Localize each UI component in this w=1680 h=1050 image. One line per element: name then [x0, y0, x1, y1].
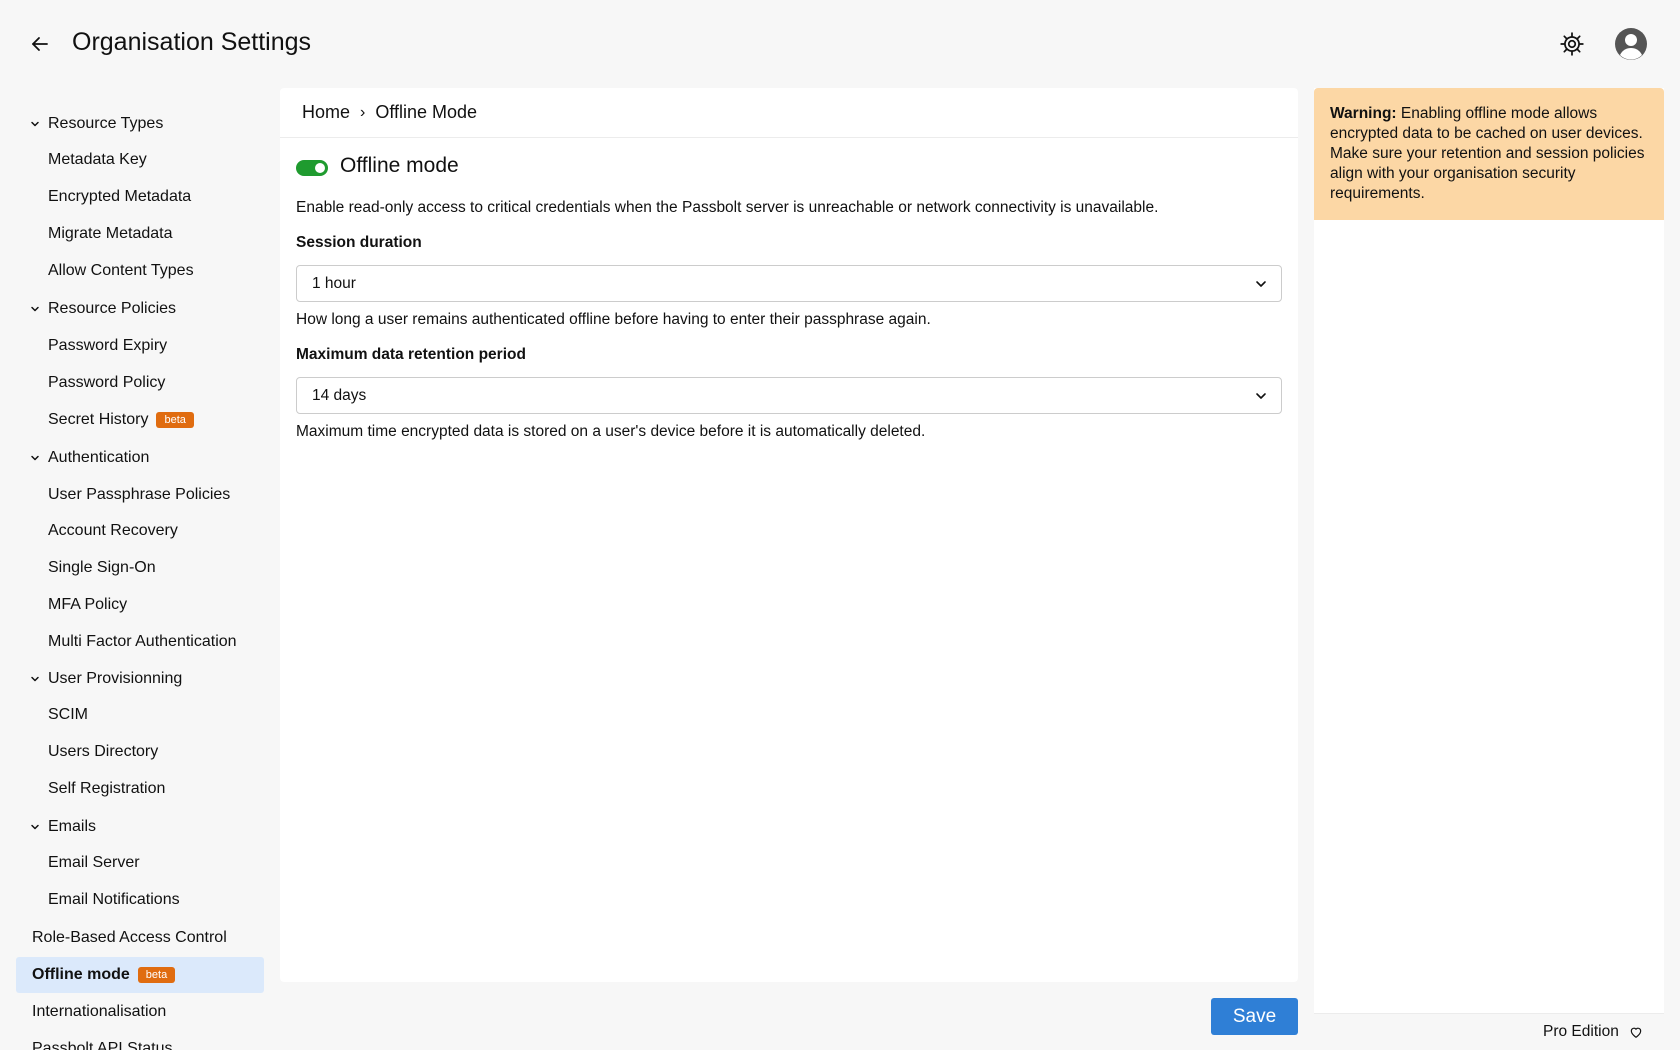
sidebar-item-resource-types[interactable]: Resource Types — [16, 106, 264, 142]
sidebar-item-label: Password Policy — [48, 374, 166, 391]
warning-box: Warning: Enabling offline mode allows en… — [1314, 88, 1664, 220]
chevron-down-icon — [1256, 281, 1266, 287]
toggle-knob — [315, 163, 325, 173]
sidebar-item-scim[interactable]: SCIM — [16, 697, 264, 733]
heart-icon[interactable] — [1629, 1025, 1643, 1039]
sidebar-item-offline-mode[interactable]: Offline mode beta — [16, 957, 264, 993]
offline-mode-toggle[interactable] — [296, 160, 328, 176]
sidebar-item-label: Authentication — [48, 449, 150, 466]
page-title: Organisation Settings — [72, 28, 312, 56]
settings-button[interactable] — [1559, 31, 1585, 57]
sidebar-item-label: Allow Content Types — [48, 262, 194, 279]
section-title: Offline mode — [340, 154, 459, 177]
sidebar-item-authentication[interactable]: Authentication — [16, 440, 264, 476]
retention-period-value: 14 days — [312, 386, 367, 404]
arrow-left-icon — [32, 37, 48, 51]
sidebar-item-resource-policies[interactable]: Resource Policies — [16, 291, 264, 327]
edition-text: Pro Edition — [1543, 1023, 1619, 1040]
sidebar-item-label: Email Server — [48, 854, 140, 871]
sidebar-item-label: Email Notifications — [48, 891, 180, 908]
sidebar-item-password-policy[interactable]: Password Policy — [16, 365, 264, 401]
retention-period-select[interactable]: 14 days — [296, 377, 1282, 414]
chevron-down-icon[interactable] — [30, 822, 40, 832]
sidebar-item-label: Offline mode — [32, 966, 130, 983]
sidebar-item-label: SCIM — [48, 706, 88, 723]
sidebar-item-label: Multi Factor Authentication — [48, 633, 237, 650]
sidebar-item-password-expiry[interactable]: Password Expiry — [16, 328, 264, 364]
user-avatar-icon — [1615, 28, 1647, 60]
back-button[interactable] — [28, 32, 52, 56]
app-header: Organisation Settings — [0, 0, 1680, 88]
beta-badge: beta — [137, 967, 176, 983]
sidebar-item-label: Users Directory — [48, 743, 159, 760]
edition-label: Pro Edition — [1543, 1023, 1643, 1041]
sidebar-item-label: MFA Policy — [48, 596, 128, 613]
footer-divider — [1314, 1013, 1664, 1014]
sidebar-item-label: Resource Policies — [48, 300, 177, 317]
warning-title: Warning: — [1330, 105, 1397, 122]
breadcrumb-current: Offline Mode — [375, 102, 478, 122]
breadcrumb: Home › Offline Mode — [302, 102, 477, 123]
sidebar-item-label: Account Recovery — [48, 522, 178, 539]
sidebar-item-label: Role-Based Access Control — [32, 929, 227, 946]
chevron-down-icon[interactable] — [30, 453, 40, 463]
sidebar-item-mfa-policy[interactable]: MFA Policy — [16, 587, 264, 623]
sidebar-item-allow-content-types[interactable]: Allow Content Types — [16, 253, 264, 289]
chevron-down-icon[interactable] — [30, 119, 40, 129]
sidebar-item-account-recovery[interactable]: Account Recovery — [16, 513, 264, 549]
sidebar-item-label: Passbolt API Status — [32, 1040, 173, 1050]
sidebar-item-label: Resource Types — [48, 115, 164, 132]
sidebar-item-self-registration[interactable]: Self Registration — [16, 771, 264, 807]
sidebar-item-internationalisation[interactable]: Internationalisation — [16, 994, 264, 1030]
sidebar-item-label: Metadata Key — [48, 151, 147, 168]
sidebar-item-multi-factor-authentication[interactable]: Multi Factor Authentication — [16, 624, 264, 660]
sidebar-item-metadata-key[interactable]: Metadata Key — [16, 142, 264, 178]
sidebar-item-label: Secret History — [48, 411, 149, 428]
sidebar-item-label: Internationalisation — [32, 1003, 167, 1020]
sidebar-item-single-sign-on[interactable]: Single Sign-On — [16, 550, 264, 586]
sidebar-item-label: Password Expiry — [48, 337, 168, 354]
breadcrumb-separator: › — [360, 103, 366, 121]
header-divider — [280, 137, 1298, 138]
chevron-down-icon[interactable] — [30, 304, 40, 314]
sidebar-item-emails[interactable]: Emails — [16, 809, 264, 845]
gear-icon — [1560, 32, 1584, 56]
sidebar-item-email-notifications[interactable]: Email Notifications — [16, 882, 264, 918]
sidebar-item-user-provisionning[interactable]: User Provisionning — [16, 661, 264, 697]
sidebar-nav: Resource Types Metadata Key Encrypted Meta… — [16, 88, 264, 1050]
sidebar-item-passbolt-api-status[interactable]: Passbolt API Status — [16, 1031, 264, 1050]
main-panel: Home › Offline Mode Offline mode Enable … — [280, 88, 1298, 982]
sidebar-item-label: User Provisionning — [48, 670, 183, 687]
sidebar-item-migrate-metadata[interactable]: Migrate Metadata — [16, 216, 264, 252]
beta-badge: beta — [156, 412, 194, 428]
session-duration-label: Session duration — [296, 234, 422, 251]
help-panel: Warning: Enabling offline mode allows en… — [1314, 88, 1664, 1014]
sidebar-item-label: Emails — [48, 818, 97, 835]
sidebar-item-users-directory[interactable]: Users Directory — [16, 734, 264, 770]
sidebar-item-user-passphrase-policies[interactable]: User Passphrase Policies — [16, 477, 264, 513]
session-duration-select[interactable]: 1 hour — [296, 265, 1282, 302]
retention-period-help: Maximum time encrypted data is stored on… — [296, 423, 926, 440]
chevron-down-icon[interactable] — [30, 674, 40, 684]
save-button[interactable]: Save — [1211, 998, 1298, 1035]
retention-period-label: Maximum data retention period — [296, 346, 526, 363]
session-duration-help: How long a user remains authenticated of… — [296, 311, 931, 328]
sidebar-item-label: Single Sign-On — [48, 559, 156, 576]
sidebar-item-label: Migrate Metadata — [48, 225, 173, 242]
sidebar-item-label: Self Registration — [48, 780, 166, 797]
user-avatar[interactable] — [1614, 27, 1648, 61]
sidebar-item-email-server[interactable]: Email Server — [16, 845, 264, 881]
session-duration-value: 1 hour — [312, 274, 356, 292]
sidebar-item-role-based-access-control[interactable]: Role-Based Access Control — [16, 920, 264, 956]
sidebar-item-label: Encrypted Metadata — [48, 188, 192, 205]
breadcrumb-home[interactable]: Home — [302, 102, 350, 123]
section-description: Enable read-only access to critical cred… — [296, 199, 1159, 216]
sidebar-item-secret-history[interactable]: Secret History beta — [16, 402, 264, 438]
sidebar-item-label: User Passphrase Policies — [48, 486, 231, 503]
sidebar-item-encrypted-metadata[interactable]: Encrypted Metadata — [16, 179, 264, 215]
chevron-down-icon — [1256, 393, 1266, 399]
